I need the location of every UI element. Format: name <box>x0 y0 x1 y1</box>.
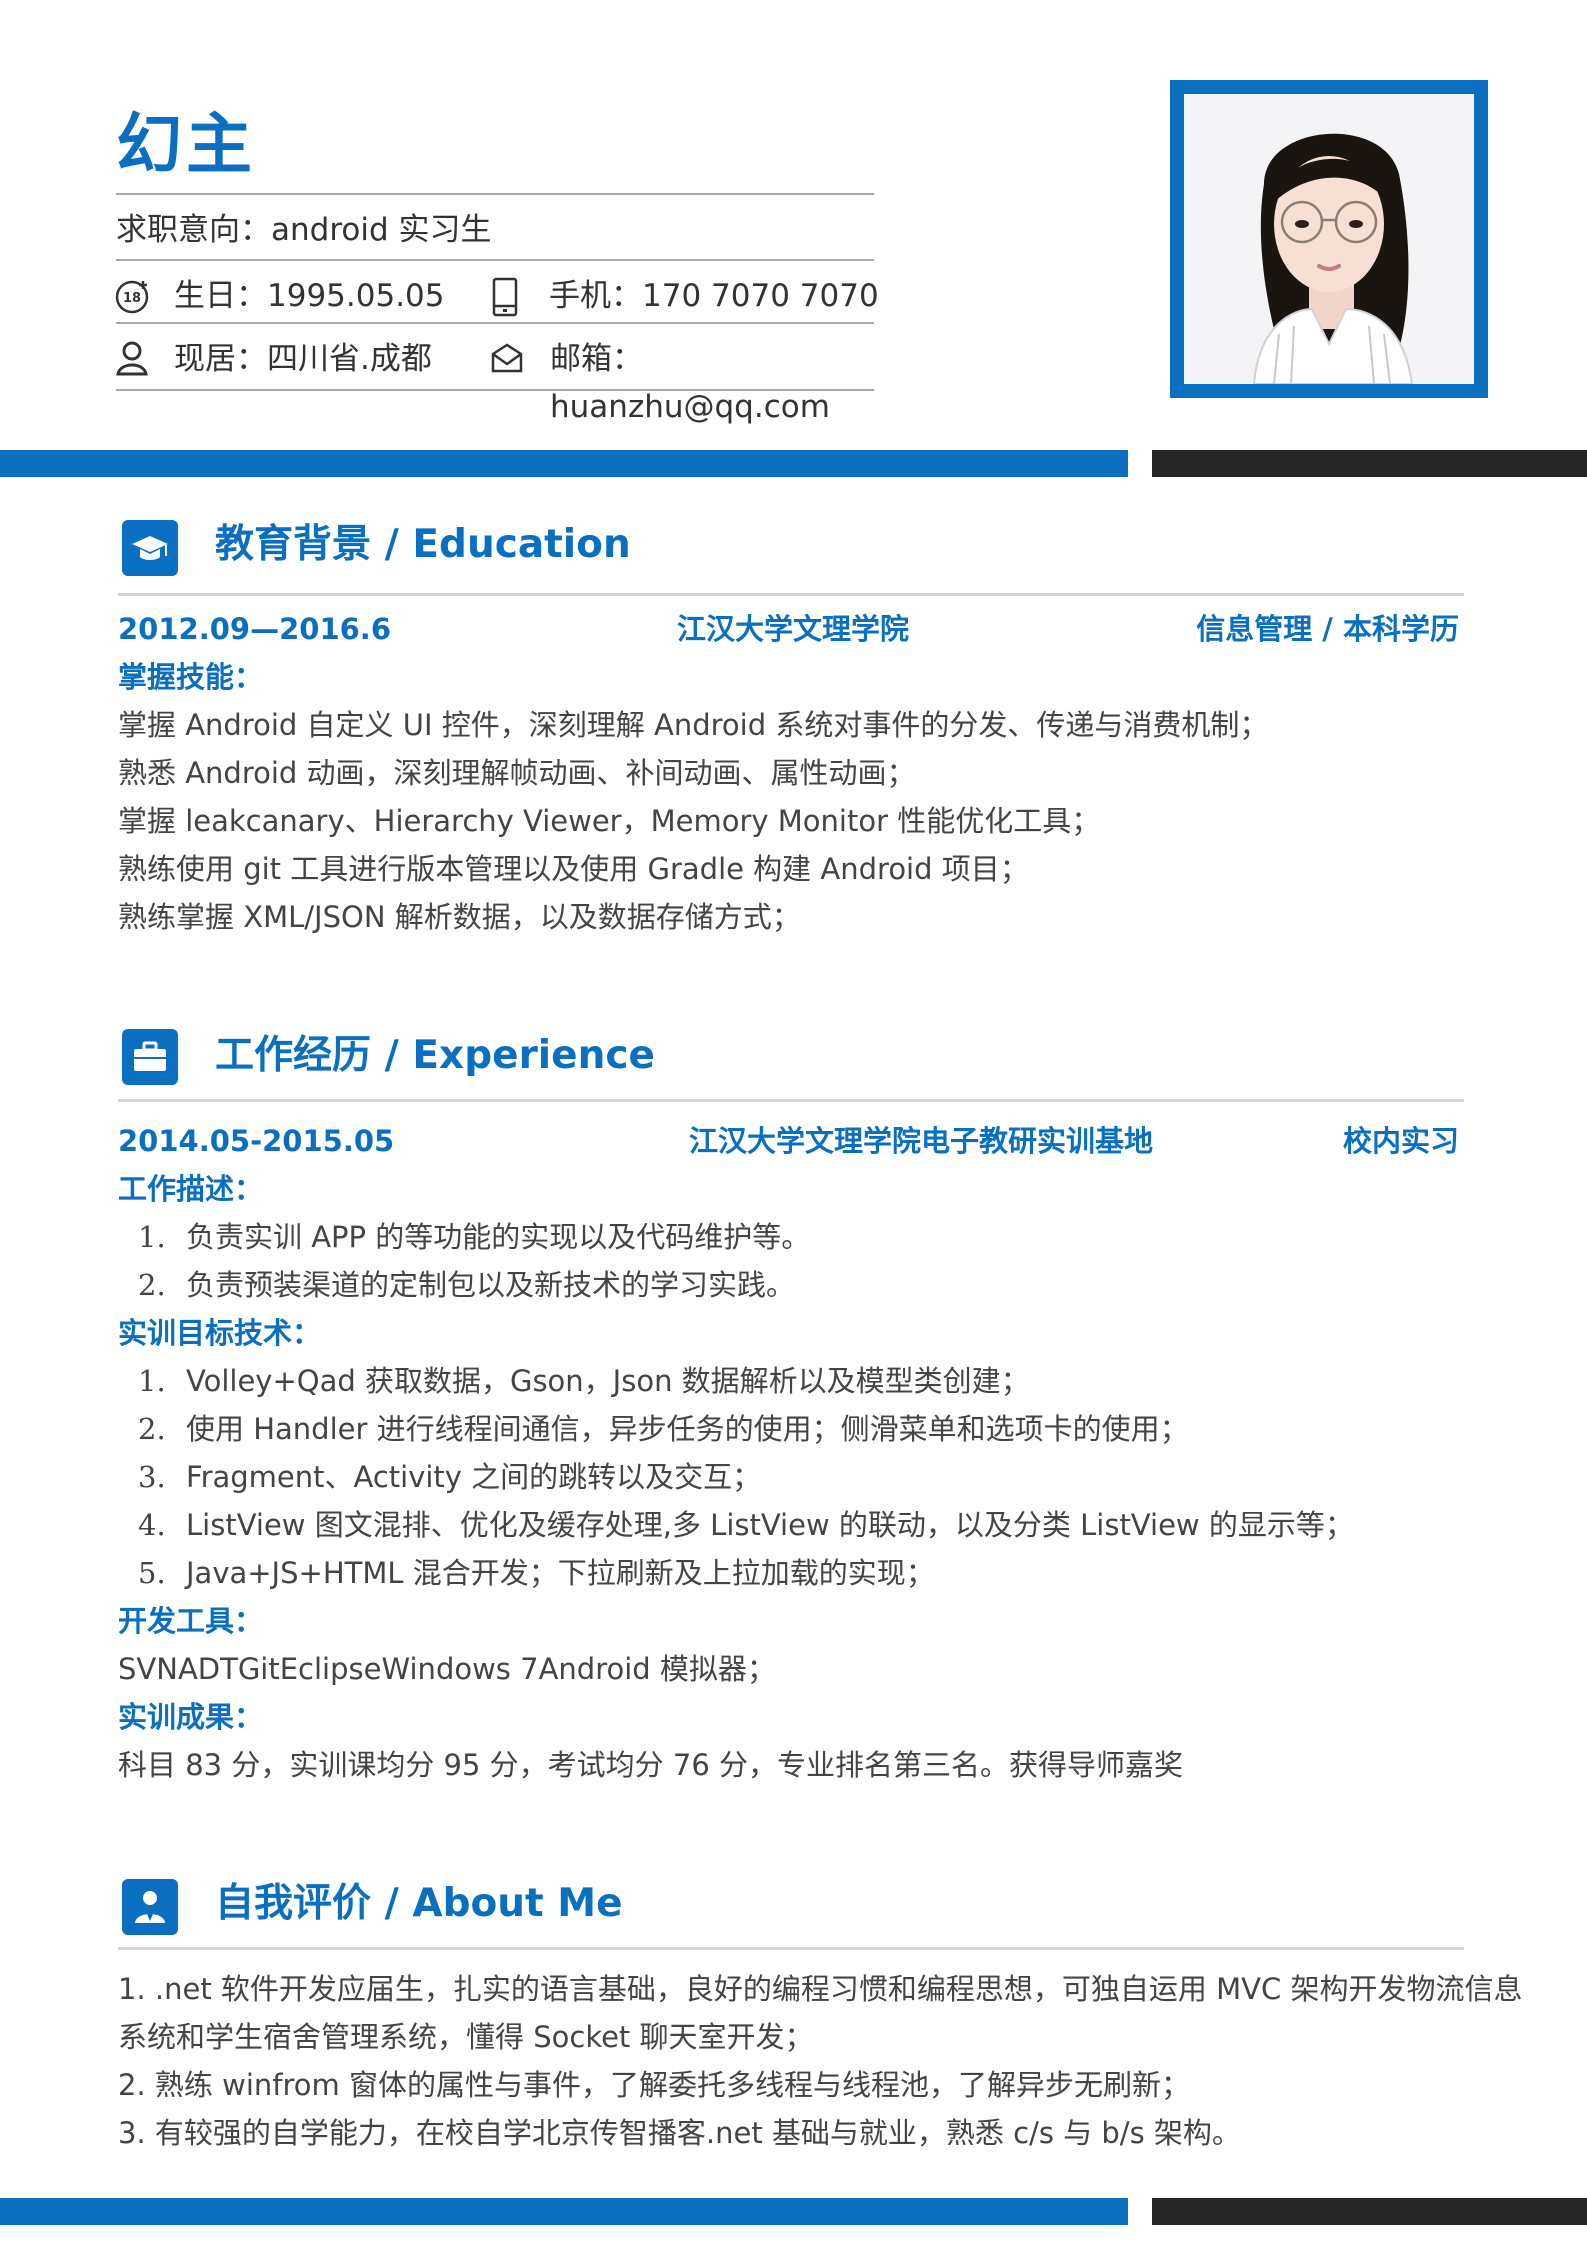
phone-icon <box>492 277 518 317</box>
list-number: 1. <box>138 1220 166 1254</box>
section-title-experience: 工作经历 / Experience <box>215 1033 655 1078</box>
person-icon <box>116 341 148 376</box>
work-desc-label: 工作描述： <box>118 1172 264 1206</box>
divider <box>116 193 874 195</box>
education-major: 信息管理 / 本科学历 <box>1196 612 1459 646</box>
skills-label: 掌握技能： <box>118 660 264 694</box>
section-divider <box>118 1099 1464 1102</box>
experience-org: 江汉大学文理学院电子教研实训基地 <box>689 1124 1154 1158</box>
list-number: 2. <box>138 1412 166 1446</box>
job-intent: 求职意向：android 实习生 <box>116 212 492 248</box>
footer-accent-bar <box>0 2198 1128 2225</box>
divider <box>116 259 874 261</box>
location: 现居：四川省.成都 <box>174 341 432 377</box>
tech-item: Fragment、Activity 之间的跳转以及交互； <box>186 1460 762 1494</box>
result-value: 科目 83 分，实训课均分 95 分，考试均分 76 分，专业排名第三名。获得导… <box>118 1748 1184 1782</box>
user-tie-icon <box>122 1879 178 1935</box>
list-number: 5. <box>138 1556 166 1590</box>
result-label: 实训成果： <box>118 1700 264 1734</box>
profile-photo <box>1184 94 1474 384</box>
tools-value: SVNADTGitEclipseWindows 7Android 模拟器； <box>118 1652 776 1686</box>
work-desc-item: 负责实训 APP 的等功能的实现以及代码维护等。 <box>186 1220 811 1254</box>
section-title-about: 自我评价 / About Me <box>215 1881 623 1926</box>
header-accent-bar <box>0 450 1128 477</box>
candidate-name: 幻主 <box>116 106 256 183</box>
list-number: 4. <box>138 1508 166 1542</box>
section-divider <box>118 1947 1464 1950</box>
skill-item: 熟练掌握 XML/JSON 解析数据，以及数据存储方式； <box>118 900 801 934</box>
section-divider <box>118 593 1464 596</box>
list-number: 2. <box>138 1268 166 1302</box>
birthday: 生日：1995.05.05 <box>174 278 445 314</box>
graduation-cap-icon <box>122 520 178 576</box>
tech-item: Volley+Qad 获取数据，Gson，Json 数据解析以及模型类创建； <box>186 1364 1030 1398</box>
about-line: 系统和学生宿舍管理系统，懂得 Socket 聊天室开发； <box>118 2020 814 2054</box>
tech-item: ListView 图文混排、优化及缓存处理,多 ListView 的联动，以及分… <box>186 1508 1354 1542</box>
email-value[interactable]: huanzhu@qq.com <box>550 387 830 427</box>
list-number: 3. <box>138 1460 166 1494</box>
briefcase-icon <box>122 1029 178 1085</box>
skill-item: 掌握 Android 自定义 UI 控件，深刻理解 Android 系统对事件的… <box>118 708 1269 742</box>
about-line: 3. 有较强的自学能力，在校自学北京传智播客.net 基础与就业，熟悉 c/s … <box>118 2116 1241 2150</box>
svg-text:18: 18 <box>123 291 141 306</box>
education-period: 2012.09—2016.6 <box>118 612 391 646</box>
mail-icon <box>491 343 523 373</box>
phone: 手机：170 7070 7070 <box>549 278 879 314</box>
footer-dark-bar <box>1152 2198 1587 2225</box>
tech-item: 使用 Handler 进行线程间通信，异步任务的使用；侧滑菜单和选项卡的使用； <box>186 1412 1189 1446</box>
skill-item: 熟练使用 git 工具进行版本管理以及使用 Gradle 构建 Android … <box>118 852 1029 886</box>
tech-label: 实训目标技术： <box>118 1316 322 1350</box>
skill-item: 熟悉 Android 动画，深刻理解帧动画、补间动画、属性动画； <box>118 756 916 790</box>
skill-item: 掌握 leakcanary、Hierarchy Viewer，Memory Mo… <box>118 804 1101 838</box>
tools-label: 开发工具： <box>118 1604 264 1638</box>
tech-item: Java+JS+HTML 混合开发；下拉刷新及上拉加载的实现； <box>186 1556 935 1590</box>
about-line: 1. .net 软件开发应届生，扎实的语言基础，良好的编程习惯和编程思想，可独自… <box>118 1972 1523 2006</box>
age-18-icon: 18 <box>115 280 149 314</box>
divider <box>116 322 874 324</box>
education-school: 江汉大学文理学院 <box>677 612 910 646</box>
about-line: 2. 熟练 winfrom 窗体的属性与事件，了解委托多线程与线程池，了解异步无… <box>118 2068 1190 2102</box>
experience-type: 校内实习 <box>1342 1124 1459 1158</box>
work-desc-item: 负责预装渠道的定制包以及新技术的学习实践。 <box>186 1268 796 1302</box>
header-dark-bar <box>1152 450 1587 477</box>
list-number: 1. <box>138 1364 166 1398</box>
email-label: 邮箱： <box>550 341 643 377</box>
section-title-education: 教育背景 / Education <box>215 522 631 567</box>
profile-photo-frame <box>1170 80 1488 398</box>
experience-period: 2014.05-2015.05 <box>118 1124 395 1158</box>
